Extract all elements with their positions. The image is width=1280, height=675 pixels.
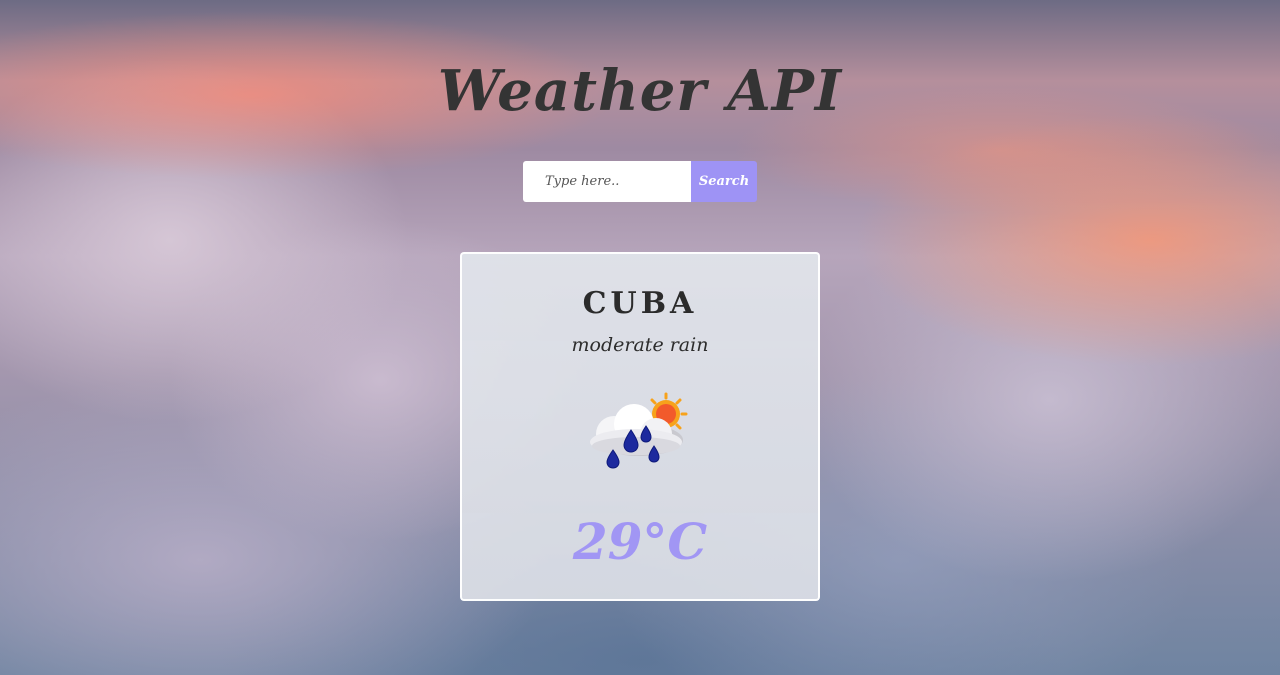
weather-description: moderate rain (571, 334, 709, 356)
search-button[interactable]: Search (691, 161, 757, 202)
page-title: Weather API (437, 58, 843, 124)
weather-card: CUBA moderate rain 29°C (460, 252, 820, 601)
temperature: 29°C (572, 512, 708, 571)
city-name: CUBA (582, 286, 698, 321)
rain-cloud-sun-icon (590, 392, 688, 469)
search-bar: Search (523, 161, 757, 202)
search-input[interactable] (523, 161, 691, 202)
